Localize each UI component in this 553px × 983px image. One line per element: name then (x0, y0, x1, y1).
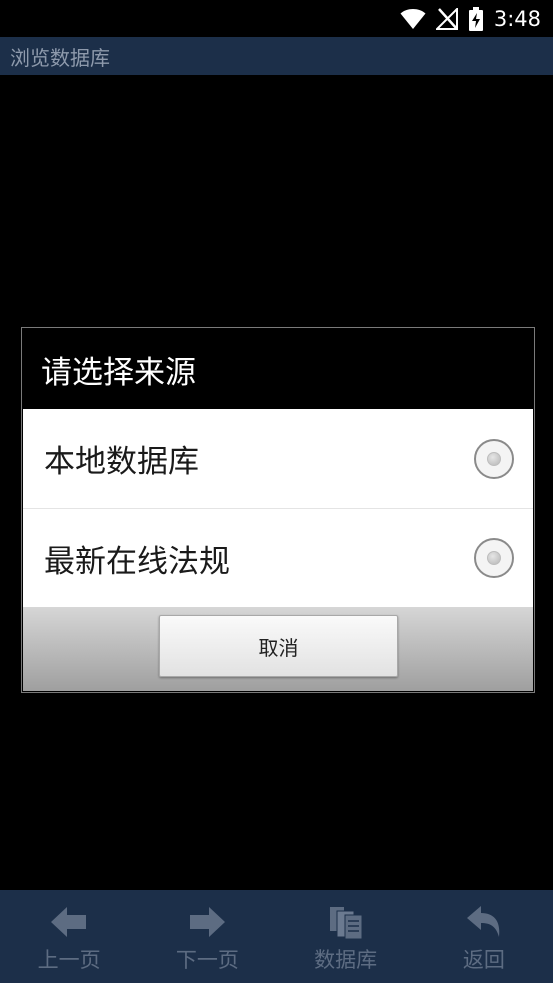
dialog-title: 请选择来源 (41, 354, 196, 391)
toolbar-label: 上一页 (37, 948, 101, 972)
app-title-bar: 浏览数据库 (0, 37, 553, 75)
option-label: 最新在线法规 (44, 543, 230, 580)
next-page-button[interactable]: 下一页 (138, 890, 276, 983)
radio-button[interactable] (474, 438, 514, 479)
option-online-regulations[interactable]: 最新在线法规 (23, 508, 533, 607)
toolbar-label: 返回 (462, 948, 505, 972)
arrow-left-icon (49, 904, 89, 940)
database-icon (327, 904, 365, 940)
dialog-button-bar: 取消 (23, 607, 533, 691)
option-label: 本地数据库 (44, 444, 199, 480)
option-local-database[interactable]: 本地数据库 (23, 409, 533, 508)
back-icon (465, 904, 503, 940)
option-list: 本地数据库 最新在线法规 (23, 409, 533, 607)
prev-page-button[interactable]: 上一页 (0, 890, 138, 983)
toolbar-label: 下一页 (175, 948, 239, 972)
page-title: 浏览数据库 (10, 45, 110, 70)
no-signal-icon (435, 7, 458, 30)
toolbar-label: 数据库 (314, 948, 378, 972)
dialog-header: 请选择来源 (23, 329, 533, 409)
cancel-button[interactable]: 取消 (159, 615, 398, 677)
radio-dot-icon (487, 551, 501, 565)
source-select-dialog: 请选择来源 本地数据库 最新在线法规 取消 (21, 327, 535, 693)
arrow-right-icon (187, 904, 227, 940)
radio-button[interactable] (474, 538, 514, 578)
back-button[interactable]: 返回 (415, 890, 553, 983)
status-bar: 3:48 (0, 0, 553, 37)
battery-charging-icon (468, 6, 484, 31)
clock: 3:48 (493, 6, 541, 31)
wifi-icon (400, 8, 426, 30)
database-button[interactable]: 数据库 (277, 890, 415, 983)
radio-dot-icon (487, 451, 501, 466)
bottom-toolbar: 上一页 下一页 数据库 返回 (0, 890, 553, 983)
